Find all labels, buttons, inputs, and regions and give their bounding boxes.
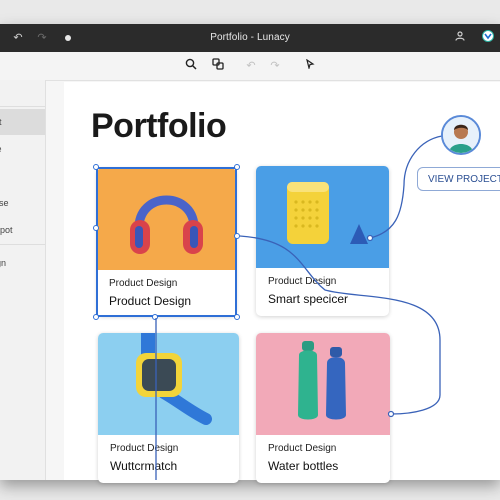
sidebar-item[interactable]: e bbox=[0, 82, 45, 106]
app-window: ↶ ↷ Portfolio - Lunacy ↶ ↷ e ot te t ese… bbox=[0, 24, 500, 480]
selection-handle[interactable] bbox=[152, 314, 158, 320]
card-thumbnail bbox=[256, 166, 389, 268]
sidebar-item[interactable]: te bbox=[0, 137, 45, 161]
window-title: Portfolio - Lunacy bbox=[210, 32, 290, 43]
page-title: Portfolio bbox=[91, 107, 227, 145]
sidebar-item[interactable]: ign bbox=[0, 251, 45, 275]
app-logo-icon bbox=[480, 30, 496, 46]
undo-icon[interactable]: ↶ bbox=[243, 58, 259, 74]
selection-handle[interactable] bbox=[93, 314, 99, 320]
selection-box[interactable] bbox=[96, 167, 237, 317]
selection-handle[interactable] bbox=[93, 164, 99, 170]
card-thumbnail bbox=[98, 333, 239, 435]
pointer-icon[interactable] bbox=[302, 58, 318, 74]
sidebar-item-active[interactable]: ot bbox=[0, 109, 45, 135]
card-title: Smart specicer bbox=[268, 292, 349, 306]
card-category: Product Design bbox=[110, 443, 179, 454]
view-project-button[interactable]: VIEW PROJECT bbox=[417, 167, 500, 191]
redo-icon[interactable]: ↷ bbox=[267, 58, 283, 74]
card-thumbnail bbox=[256, 333, 390, 435]
smart-speaker-image bbox=[287, 182, 368, 244]
title-bar: ↶ ↷ Portfolio - Lunacy bbox=[0, 24, 500, 52]
sidebar-divider bbox=[0, 106, 45, 107]
selection-handle[interactable] bbox=[234, 314, 240, 320]
sidebar-divider bbox=[0, 244, 45, 245]
water-bottles-image bbox=[298, 341, 346, 420]
search-icon[interactable] bbox=[183, 58, 199, 74]
sidebar-item[interactable]: ese bbox=[0, 191, 45, 215]
card-category: Product Design bbox=[268, 276, 337, 287]
avatar[interactable] bbox=[441, 115, 481, 155]
selection-handle[interactable] bbox=[234, 233, 240, 239]
selection-handle[interactable] bbox=[234, 164, 240, 170]
sidebar-item[interactable]: Spot bbox=[0, 218, 45, 242]
layers-sidebar: e ot te t ese Spot ign bbox=[0, 80, 46, 480]
smartwatch-image bbox=[136, 333, 212, 425]
component-icon[interactable] bbox=[210, 58, 226, 74]
toolbar: ↶ ↷ bbox=[0, 52, 500, 81]
user-icon[interactable] bbox=[452, 30, 468, 46]
sidebar-item[interactable]: t bbox=[0, 164, 45, 188]
card-title: Water bottles bbox=[268, 459, 339, 473]
project-card-water-bottles[interactable]: Product Design Water bottles bbox=[256, 333, 390, 483]
project-card-smart-speaker[interactable]: Product Design Smart specicer bbox=[256, 166, 389, 316]
card-title: Wuttcrmatch bbox=[110, 459, 178, 473]
selection-handle[interactable] bbox=[93, 225, 99, 231]
project-card-smartwatch[interactable]: Product Design Wuttcrmatch bbox=[98, 333, 239, 483]
card-category: Product Design bbox=[268, 443, 337, 454]
avatar-image bbox=[443, 117, 479, 153]
